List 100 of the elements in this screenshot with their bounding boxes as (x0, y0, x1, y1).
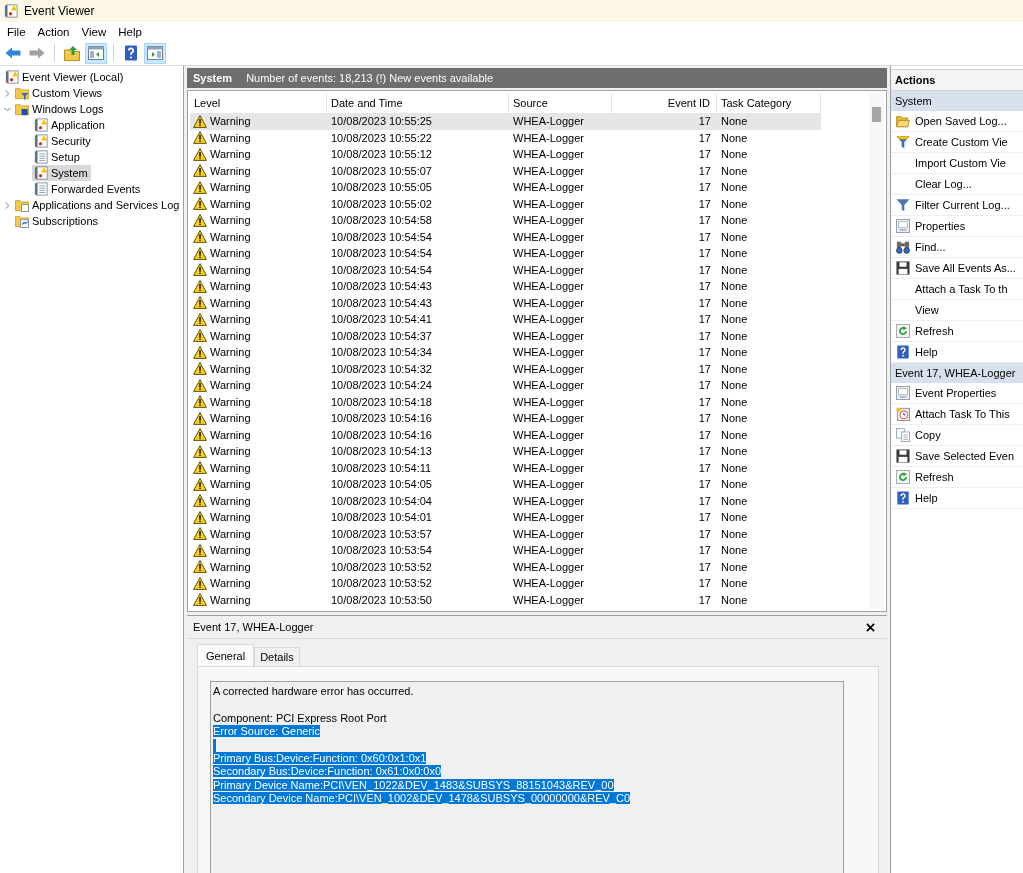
tab[interactable]: Details (254, 647, 300, 666)
table-row[interactable]: Warning 10/08/2023 10:54:54 WHEA-Logger 17 None (190, 245, 821, 262)
tree-item[interactable]: Forwarded Events (32, 181, 144, 197)
close-button[interactable] (864, 620, 877, 634)
command-link[interactable]: Open Saved Log... (891, 111, 1023, 132)
tree-item[interactable]: Windows Logs (13, 101, 107, 117)
table-cell-text: Warning (210, 130, 251, 146)
table-row[interactable]: Warning 10/08/2023 10:54:43 WHEA-Logger 17 None (190, 294, 821, 311)
table-cell-text: 10/08/2023 10:54:13 (330, 444, 433, 460)
table-cell-text: 17 (697, 130, 712, 146)
tree-item[interactable]: Custom Views (13, 85, 106, 101)
table-row[interactable]: Warning 10/08/2023 10:54:11 WHEA-Logger 17 None (190, 459, 821, 476)
binoculars-icon (896, 240, 910, 254)
command-link[interactable]: Refresh (891, 321, 1023, 342)
warning-icon (193, 345, 207, 359)
command-link[interactable]: Import Custom Vie (891, 153, 1023, 174)
menu-item[interactable]: Action (31, 24, 76, 39)
table-row[interactable]: Warning 10/08/2023 10:54:43 WHEA-Logger 17 None (190, 278, 821, 295)
table-row[interactable]: Warning 10/08/2023 10:53:50 WHEA-Logger 17 None (190, 591, 821, 608)
tab[interactable]: General (197, 644, 255, 666)
warning-icon (193, 428, 207, 442)
table-row[interactable]: Warning 10/08/2023 10:54:16 WHEA-Logger 17 None (190, 410, 821, 427)
tree-item[interactable]: Event Viewer (Local) (3, 69, 127, 85)
table-row[interactable]: Warning 10/08/2023 10:54:54 WHEA-Logger 17 None (190, 228, 821, 245)
menu-item[interactable]: File (1, 24, 32, 39)
table-cell-text: Warning (210, 378, 251, 394)
table-row[interactable]: Warning 10/08/2023 10:54:24 WHEA-Logger 17 None (190, 377, 821, 394)
command-link[interactable]: Refresh (891, 467, 1023, 488)
command-link[interactable]: Filter Current Log... (891, 195, 1023, 216)
table-row[interactable]: Warning 10/08/2023 10:54:18 WHEA-Logger 17 None (190, 393, 821, 410)
tree-item[interactable]: Application (32, 117, 108, 133)
table-cell-text: WHEA-Logger (512, 312, 585, 328)
command-link[interactable]: Event Properties (891, 383, 1023, 404)
table-cell-text: None (720, 345, 749, 361)
menu-item[interactable]: View (75, 24, 113, 39)
command-link[interactable]: View (891, 300, 1023, 321)
table-cell-text: 10/08/2023 10:54:54 (330, 229, 433, 245)
warning-icon (193, 510, 207, 524)
table-row[interactable]: Warning 10/08/2023 10:54:34 WHEA-Logger 17 None (190, 344, 821, 361)
section-header[interactable]: System (891, 91, 1023, 111)
section-header[interactable]: Event 17, WHEA-Logger (891, 363, 1023, 383)
command-link[interactable]: Copy (891, 425, 1023, 446)
table-cell-text: Warning (210, 510, 251, 526)
table-row[interactable]: Warning 10/08/2023 10:54:13 WHEA-Logger 17 None (190, 443, 821, 460)
tree-item[interactable]: Applications and Services Log (13, 197, 183, 213)
warning-icon (193, 114, 207, 128)
table-row[interactable]: Warning 10/08/2023 10:53:52 WHEA-Logger 17 None (190, 558, 821, 575)
warning-icon (193, 560, 207, 574)
table-cell-text: Warning (210, 163, 251, 179)
table-row[interactable]: Warning 10/08/2023 10:53:57 WHEA-Logger 17 None (190, 525, 821, 542)
table-row[interactable]: Warning 10/08/2023 10:54:37 WHEA-Logger 17 None (190, 327, 821, 344)
tree-item[interactable]: Subscriptions (13, 213, 102, 229)
menu-item[interactable]: Help (112, 24, 148, 39)
table-row[interactable]: Warning 10/08/2023 10:54:41 WHEA-Logger 17 None (190, 311, 821, 328)
warning-icon (193, 411, 207, 425)
table-row[interactable]: Warning 10/08/2023 10:53:52 WHEA-Logger 17 None (190, 575, 821, 592)
chevron-icon[interactable] (4, 201, 11, 209)
table-row[interactable]: Warning 10/08/2023 10:54:01 WHEA-Logger 17 None (190, 509, 821, 526)
table-cell-text: 10/08/2023 10:54:11 (330, 460, 433, 476)
table-row[interactable]: Warning 10/08/2023 10:54:16 WHEA-Logger 17 None (190, 426, 821, 443)
table-cell-text: 17 (697, 493, 712, 509)
table-cell-text: 17 (697, 196, 712, 212)
command-link[interactable]: Clear Log... (891, 174, 1023, 195)
tree-item[interactable]: Setup (32, 149, 83, 165)
command-link[interactable]: Attach a Task To th (891, 279, 1023, 300)
table-cell-text: None (720, 394, 749, 410)
table-cell-text: 17 (697, 229, 712, 245)
table-row[interactable]: Warning 10/08/2023 10:55:25 WHEA-Logger 17 None (190, 113, 821, 130)
tree-item[interactable]: System (32, 165, 91, 181)
tree-item[interactable]: Security (32, 133, 94, 149)
table-row[interactable]: Warning 10/08/2023 10:54:58 WHEA-Logger 17 None (190, 212, 821, 229)
command-link[interactable]: Attach Task To This (891, 404, 1023, 425)
warning-icon (193, 131, 207, 145)
table-row[interactable]: Warning 10/08/2023 10:55:07 WHEA-Logger 17 None (190, 162, 821, 179)
command-link[interactable]: Properties (891, 216, 1023, 237)
table-cell-text: None (720, 444, 749, 460)
scrollbar-thumb[interactable] (872, 107, 881, 122)
chevron-icon[interactable] (4, 105, 11, 113)
command-link[interactable]: Save All Events As... (891, 258, 1023, 279)
command-link[interactable]: Help (891, 488, 1023, 509)
table-row[interactable]: Warning 10/08/2023 10:54:05 WHEA-Logger 17 None (190, 476, 821, 493)
chevron-icon[interactable] (4, 89, 11, 97)
scrollbar[interactable] (869, 93, 884, 609)
table-row[interactable]: Warning 10/08/2023 10:54:32 WHEA-Logger 17 None (190, 360, 821, 377)
table-row[interactable]: Warning 10/08/2023 10:55:02 WHEA-Logger 17 None (190, 195, 821, 212)
table-cell-text: None (720, 460, 749, 476)
table-cell-text: 10/08/2023 10:54:43 (330, 295, 433, 311)
table-row[interactable]: Warning 10/08/2023 10:54:04 WHEA-Logger 17 None (190, 492, 821, 509)
properties-icon (896, 386, 910, 400)
command-link[interactable]: Save Selected Even (891, 446, 1023, 467)
command-link[interactable]: Find... (891, 237, 1023, 258)
table-row[interactable]: Warning 10/08/2023 10:55:05 WHEA-Logger 17 None (190, 179, 821, 196)
table-row[interactable]: Warning 10/08/2023 10:54:54 WHEA-Logger 17 None (190, 261, 821, 278)
event-count-text: Number of events: 18,213 (!) New events available (246, 72, 494, 84)
table-cell-text: 10/08/2023 10:55:02 (330, 196, 433, 212)
table-row[interactable]: Warning 10/08/2023 10:53:54 WHEA-Logger 17 None (190, 542, 821, 559)
table-row[interactable]: Warning 10/08/2023 10:55:22 WHEA-Logger 17 None (190, 129, 821, 146)
table-row[interactable]: Warning 10/08/2023 10:55:12 WHEA-Logger 17 None (190, 146, 821, 163)
table-cell-text: Warning (210, 114, 251, 130)
command-link[interactable]: Create Custom Vie (891, 132, 1023, 153)
